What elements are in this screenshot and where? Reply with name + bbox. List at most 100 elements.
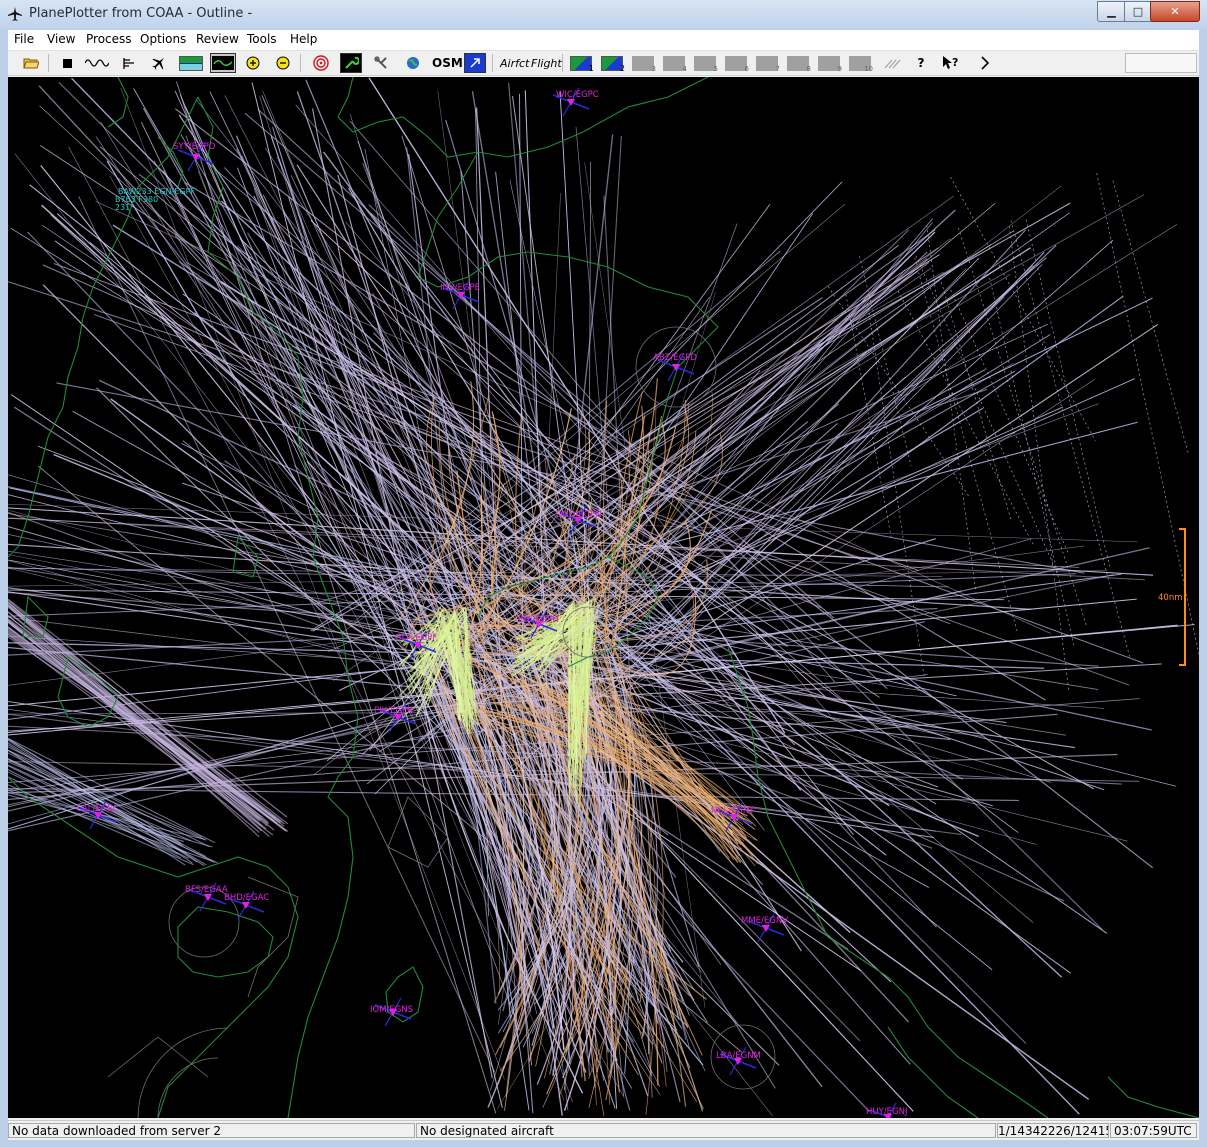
track-line (958, 227, 1088, 627)
track-line (989, 277, 1075, 647)
menu-review[interactable]: Review (196, 32, 239, 46)
airport-marker[interactable]: LBA/EGNM (716, 1046, 761, 1076)
airport-label: HUY/EGNJ (866, 1107, 908, 1117)
track-line (1008, 226, 1070, 692)
airport-label: DND/EGPN (556, 510, 602, 520)
airport-marker[interactable]: WIC/EGPC (552, 87, 599, 117)
zoom-in-icon[interactable] (242, 53, 264, 73)
maximize-button[interactable]: □ (1124, 1, 1152, 22)
track-line (1096, 173, 1199, 656)
stop-icon[interactable] (56, 53, 78, 73)
airport-label: ABZ/EGPD (653, 353, 697, 363)
trail-icon[interactable] (882, 53, 904, 73)
airport-label: BFS/EGAA (185, 885, 228, 895)
layer-button-6[interactable]: 6 (723, 53, 749, 73)
airport-label: NCL/EGNT (711, 806, 755, 816)
flight-tracks (8, 77, 1199, 1117)
chart-view-icon[interactable] (178, 53, 204, 73)
track-line (622, 229, 910, 515)
waveform-icon[interactable] (84, 53, 110, 73)
target-icon[interactable] (310, 53, 332, 73)
close-button[interactable]: ✕ (1150, 1, 1200, 22)
menu-process[interactable]: Process (86, 32, 132, 46)
osm-icon[interactable]: OSM (432, 53, 463, 73)
airport-label: SYY/EGPO (173, 142, 216, 152)
layer-button-2[interactable]: 2 (599, 53, 625, 73)
status-counts: 1/14342226/1241550/ (997, 1123, 1109, 1138)
radar-map[interactable]: WIC/EGPC SYY/EGPO INV/EGPE ABZ/EGPD DND/EGPN… (8, 77, 1199, 1118)
track-line (594, 232, 935, 571)
open-folder-icon[interactable] (20, 53, 42, 73)
menu-tools[interactable]: Tools (247, 32, 277, 46)
airport-label: EDI/EGPH (518, 615, 559, 625)
airport-marker[interactable]: MME/EGNV (741, 913, 788, 943)
tools-icon[interactable] (370, 53, 392, 73)
toolbar-separator (300, 54, 301, 72)
layer-button-10[interactable]: 10 (847, 53, 873, 73)
layer-button-7[interactable]: 7 (754, 53, 780, 73)
map-canvas[interactable]: WIC/EGPC SYY/EGPO INV/EGPE ABZ/EGPD DND/EGPN… (8, 77, 1199, 1118)
airport-marker[interactable]: BHD/EGAC (224, 890, 269, 920)
airport-label: LBA/EGNM (716, 1051, 761, 1061)
window-title: PlanePlotter from COAA - Outline - (29, 6, 253, 21)
help-icon[interactable]: ? (910, 53, 932, 73)
bar-list-icon[interactable] (118, 53, 140, 73)
track-line (481, 245, 899, 560)
toolbar-separator (562, 54, 563, 72)
menu-file[interactable]: File (14, 32, 34, 46)
app-window: PlanePlotter from COAA - Outline - ▁ □ ✕… (0, 0, 1207, 1147)
layer-button-1[interactable]: 1 (568, 53, 594, 73)
layer-button-3[interactable]: 3 (630, 53, 656, 73)
toolbar-empty-field (1125, 53, 1197, 73)
airport-label: BHD/EGAC (224, 893, 269, 903)
aircraft-icon[interactable] (148, 53, 170, 73)
track-line (914, 257, 1019, 634)
track-line (950, 176, 1096, 441)
aircraft-info: BAW233 EGN-EGPF B763 F380 231° (115, 187, 195, 212)
context-help-icon[interactable]: ? (940, 53, 962, 73)
menu-help[interactable]: Help (290, 32, 317, 46)
arrow-icon[interactable] (464, 53, 486, 73)
menu-view[interactable]: View (47, 32, 75, 46)
airport-marker[interactable]: BFS/EGAA (185, 882, 228, 912)
minimize-button[interactable]: ▁ (1097, 1, 1126, 22)
track-line (1112, 180, 1189, 454)
track-line (8, 281, 865, 560)
wrench-settings-icon[interactable] (340, 53, 362, 73)
track-line (8, 621, 263, 827)
title-bar[interactable]: PlanePlotter from COAA - Outline - ▁ □ ✕ (0, 0, 1207, 29)
airport-label: MME/EGNV (741, 916, 788, 926)
track-line (631, 258, 967, 523)
track-line (481, 230, 1014, 556)
zoom-out-icon[interactable] (272, 53, 294, 73)
track-line (8, 761, 192, 842)
track-line (939, 277, 1012, 521)
airport-label: CAL/EGEC (76, 804, 119, 814)
menu-options[interactable]: Options (140, 32, 186, 46)
layer-button-5[interactable]: 5 (692, 53, 718, 73)
track-line (621, 257, 1047, 619)
airport-label: PIK/EGPK (374, 706, 413, 716)
globe-icon[interactable] (402, 53, 424, 73)
airport-marker[interactable]: HUY/EGNJ (866, 1102, 908, 1118)
next-icon[interactable] (974, 53, 996, 73)
airport-marker[interactable]: INV/EGPE (440, 280, 480, 310)
scale-bar: 40nm (1158, 528, 1186, 666)
menu-bar: File View Process Options Review Tools H… (8, 30, 1199, 51)
layer-button-8[interactable]: 8 (785, 53, 811, 73)
flight-text-icon[interactable]: Flight (531, 53, 562, 73)
aircraft-info-line: 231° (115, 203, 134, 212)
track-line (8, 517, 1145, 581)
airport-marker[interactable]: IOM/EGNS (370, 997, 413, 1027)
status-time: 03:07:59UTC (1110, 1123, 1197, 1138)
status-bar: No data downloaded from server 2 No desi… (8, 1120, 1199, 1140)
airport-label: GLA/EGPF (395, 633, 437, 643)
layer-button-9[interactable]: 9 (816, 53, 842, 73)
status-designated: No designated aircraft (416, 1123, 996, 1138)
track-line (288, 196, 537, 976)
airport-label: INV/EGPE (440, 283, 480, 293)
track-line (1010, 220, 1131, 659)
layer-button-4[interactable]: 4 (661, 53, 687, 73)
aircraft-text-icon[interactable]: Airfct (500, 53, 529, 73)
outline-view-icon[interactable] (210, 53, 236, 73)
